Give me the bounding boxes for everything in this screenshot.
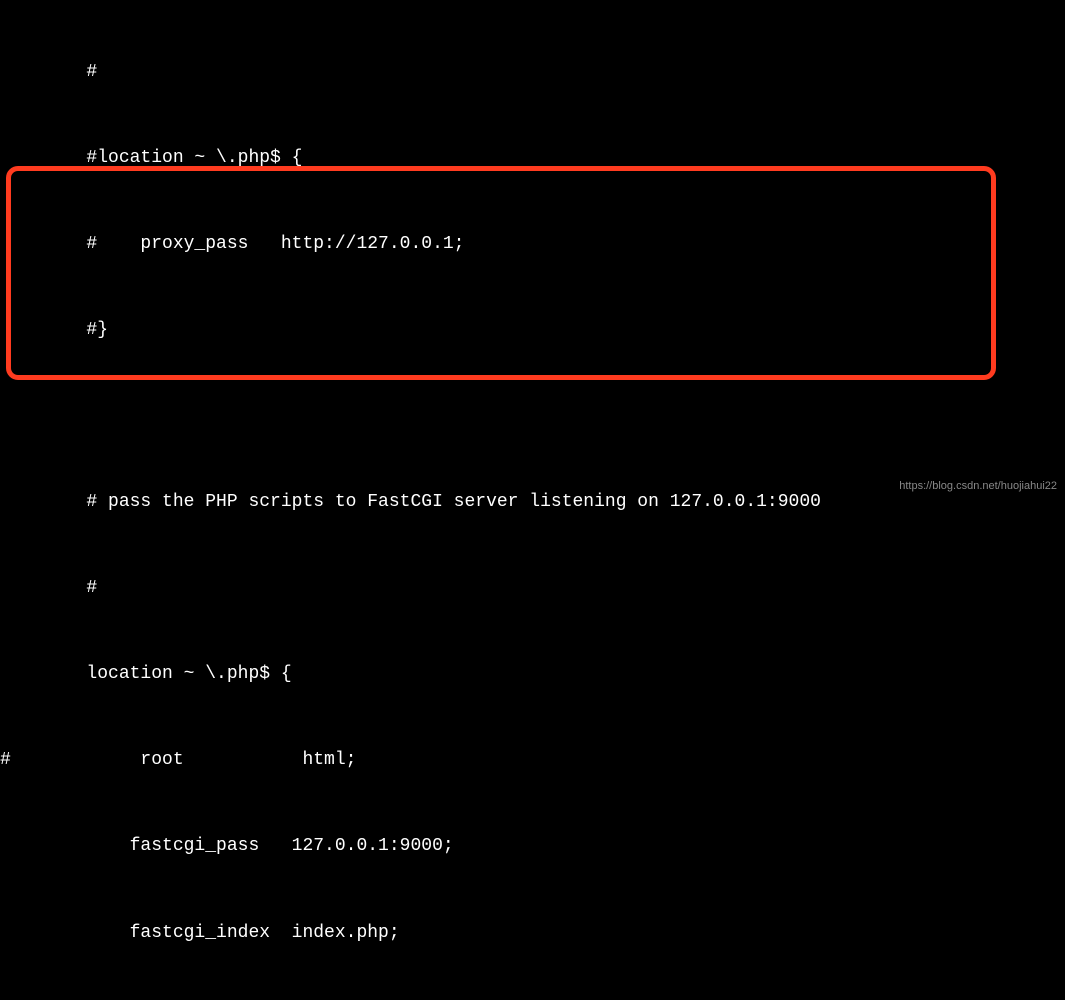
code-line [0, 402, 1065, 431]
code-line: # root html; [0, 746, 1065, 775]
terminal-output: # #location ~ \.php$ { # proxy_pass http… [0, 0, 1065, 1000]
code-line: # [0, 58, 1065, 87]
code-line: #} [0, 316, 1065, 345]
code-line: fastcgi_index index.php; [0, 919, 1065, 948]
watermark-text: https://blog.csdn.net/huojiahui22 [899, 478, 1057, 496]
code-line: location ~ \.php$ { [0, 660, 1065, 689]
code-line: #location ~ \.php$ { [0, 144, 1065, 173]
code-line: # [0, 574, 1065, 603]
code-line: # proxy_pass http://127.0.0.1; [0, 230, 1065, 259]
code-line: fastcgi_pass 127.0.0.1:9000; [0, 832, 1065, 861]
